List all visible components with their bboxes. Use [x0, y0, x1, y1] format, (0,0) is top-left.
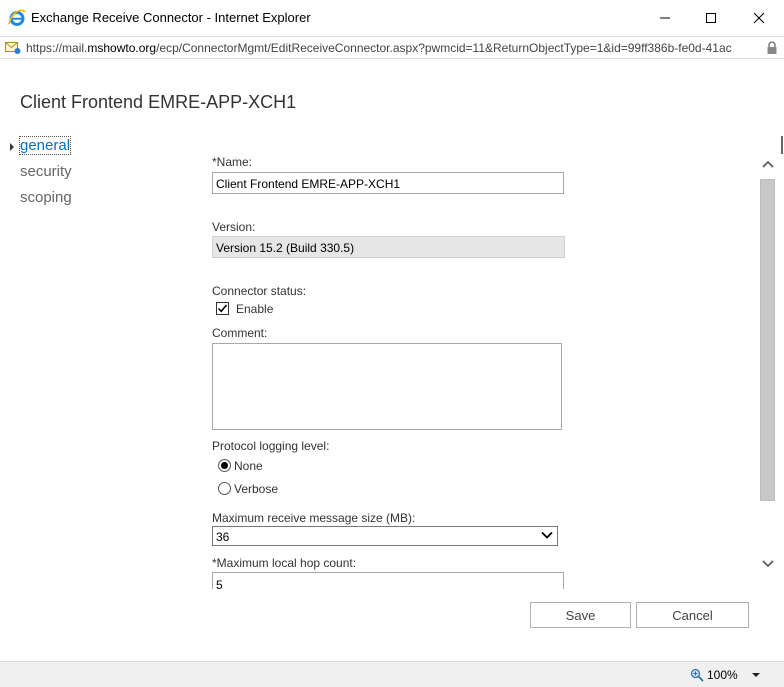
scrollbar-thumb[interactable] — [760, 179, 775, 501]
max-size-value: 36 — [216, 530, 230, 544]
address-bar[interactable]: https://mail.mshowto.org/ecp/ConnectorMg… — [0, 36, 784, 59]
window-title: Exchange Receive Connector - Internet Ex… — [31, 10, 311, 25]
enable-checkbox[interactable] — [216, 302, 229, 315]
nav-item-general[interactable]: general — [18, 136, 72, 155]
checkmark-icon — [217, 304, 228, 313]
maximize-button[interactable] — [688, 0, 734, 36]
logging-level-label: Protocol logging level: — [212, 439, 330, 453]
logging-none-label: None — [234, 459, 263, 473]
nav-item-scoping[interactable]: scoping — [20, 189, 72, 206]
comment-label: Comment: — [212, 326, 268, 340]
max-size-select[interactable]: 36 — [212, 526, 558, 546]
max-size-label: Maximum receive message size (MB): — [212, 511, 416, 525]
caret-right-icon — [10, 143, 14, 151]
logging-verbose-radio[interactable] — [218, 482, 231, 495]
chevron-down-icon[interactable] — [761, 559, 775, 569]
enable-label: Enable — [236, 302, 274, 316]
cancel-button[interactable]: Cancel — [636, 602, 749, 628]
logging-verbose-label: Verbose — [234, 482, 279, 496]
chevron-up-icon[interactable] — [761, 159, 775, 169]
lock-icon[interactable] — [766, 41, 778, 55]
url-text[interactable]: https://mail.mshowto.org/ecp/ConnectorMg… — [26, 41, 760, 55]
form-clip-edge — [200, 589, 758, 599]
chevron-down-icon — [541, 531, 553, 539]
name-input[interactable]: Client Frontend EMRE-APP-XCH1 — [212, 172, 564, 194]
save-button[interactable]: Save — [530, 602, 631, 628]
minimize-button[interactable] — [642, 0, 688, 36]
version-label: Version: — [212, 220, 256, 234]
vertical-scrollbar[interactable] — [758, 155, 778, 585]
status-bar: 100% — [0, 661, 784, 687]
zoom-icon[interactable] — [690, 668, 704, 687]
name-label: *Name: — [212, 155, 253, 169]
comment-textarea[interactable] — [212, 343, 562, 430]
nav-item-security[interactable]: security — [20, 163, 72, 180]
logging-none-radio[interactable] — [218, 459, 231, 472]
version-field: Version 15.2 (Build 330.5) — [212, 236, 565, 258]
zoom-level[interactable]: 100% — [707, 668, 738, 682]
connector-status-label: Connector status: — [212, 284, 307, 298]
mail-icon — [5, 40, 21, 55]
hop-count-label: *Maximum local hop count: — [212, 556, 357, 570]
window-edge-mark — [781, 136, 783, 154]
page-title: Client Frontend EMRE-APP-XCH1 — [20, 92, 297, 112]
zoom-dropdown-icon[interactable] — [752, 673, 760, 677]
title-bar: Exchange Receive Connector - Internet Ex… — [0, 0, 784, 36]
internet-explorer-icon — [8, 9, 26, 27]
close-button[interactable] — [736, 0, 782, 36]
